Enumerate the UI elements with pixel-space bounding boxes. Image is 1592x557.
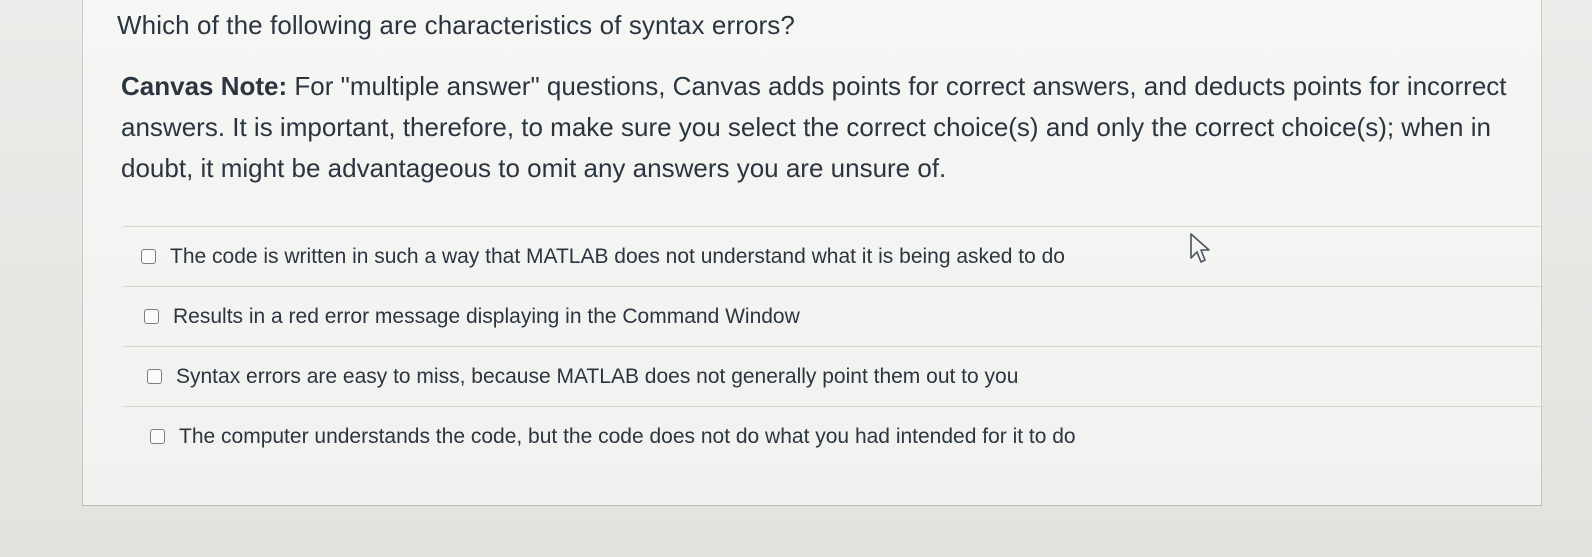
pointer-arrow-icon bbox=[1190, 233, 1210, 263]
answer-option[interactable]: Syntax errors are easy to miss, because … bbox=[123, 346, 1543, 406]
answer-option[interactable]: The code is written in such a way that M… bbox=[123, 226, 1543, 286]
answer-label[interactable]: The computer understands the code, but t… bbox=[179, 425, 1076, 449]
note-text: For "multiple answer" questions, Canvas … bbox=[121, 71, 1507, 183]
answer-label[interactable]: The code is written in such a way that M… bbox=[170, 245, 1065, 269]
answer-option[interactable]: Results in a red error message displayin… bbox=[123, 286, 1543, 346]
question-title: Which of the following are characteristi… bbox=[117, 10, 795, 40]
answer-checkbox[interactable] bbox=[141, 249, 156, 264]
answer-checkbox[interactable] bbox=[150, 429, 165, 444]
answer-checkbox[interactable] bbox=[147, 369, 162, 384]
answer-list: The code is written in such a way that M… bbox=[123, 226, 1543, 466]
quiz-page: Which of the following are characteristi… bbox=[0, 0, 1592, 557]
answer-checkbox[interactable] bbox=[144, 309, 159, 324]
note-label: Canvas Note: bbox=[121, 71, 288, 101]
question-card: Which of the following are characteristi… bbox=[82, 0, 1543, 506]
canvas-note: Canvas Note: For "multiple answer" quest… bbox=[121, 66, 1521, 189]
answer-label[interactable]: Results in a red error message displayin… bbox=[173, 305, 800, 329]
answer-option[interactable]: The computer understands the code, but t… bbox=[123, 406, 1543, 466]
answer-label[interactable]: Syntax errors are easy to miss, because … bbox=[176, 365, 1018, 389]
